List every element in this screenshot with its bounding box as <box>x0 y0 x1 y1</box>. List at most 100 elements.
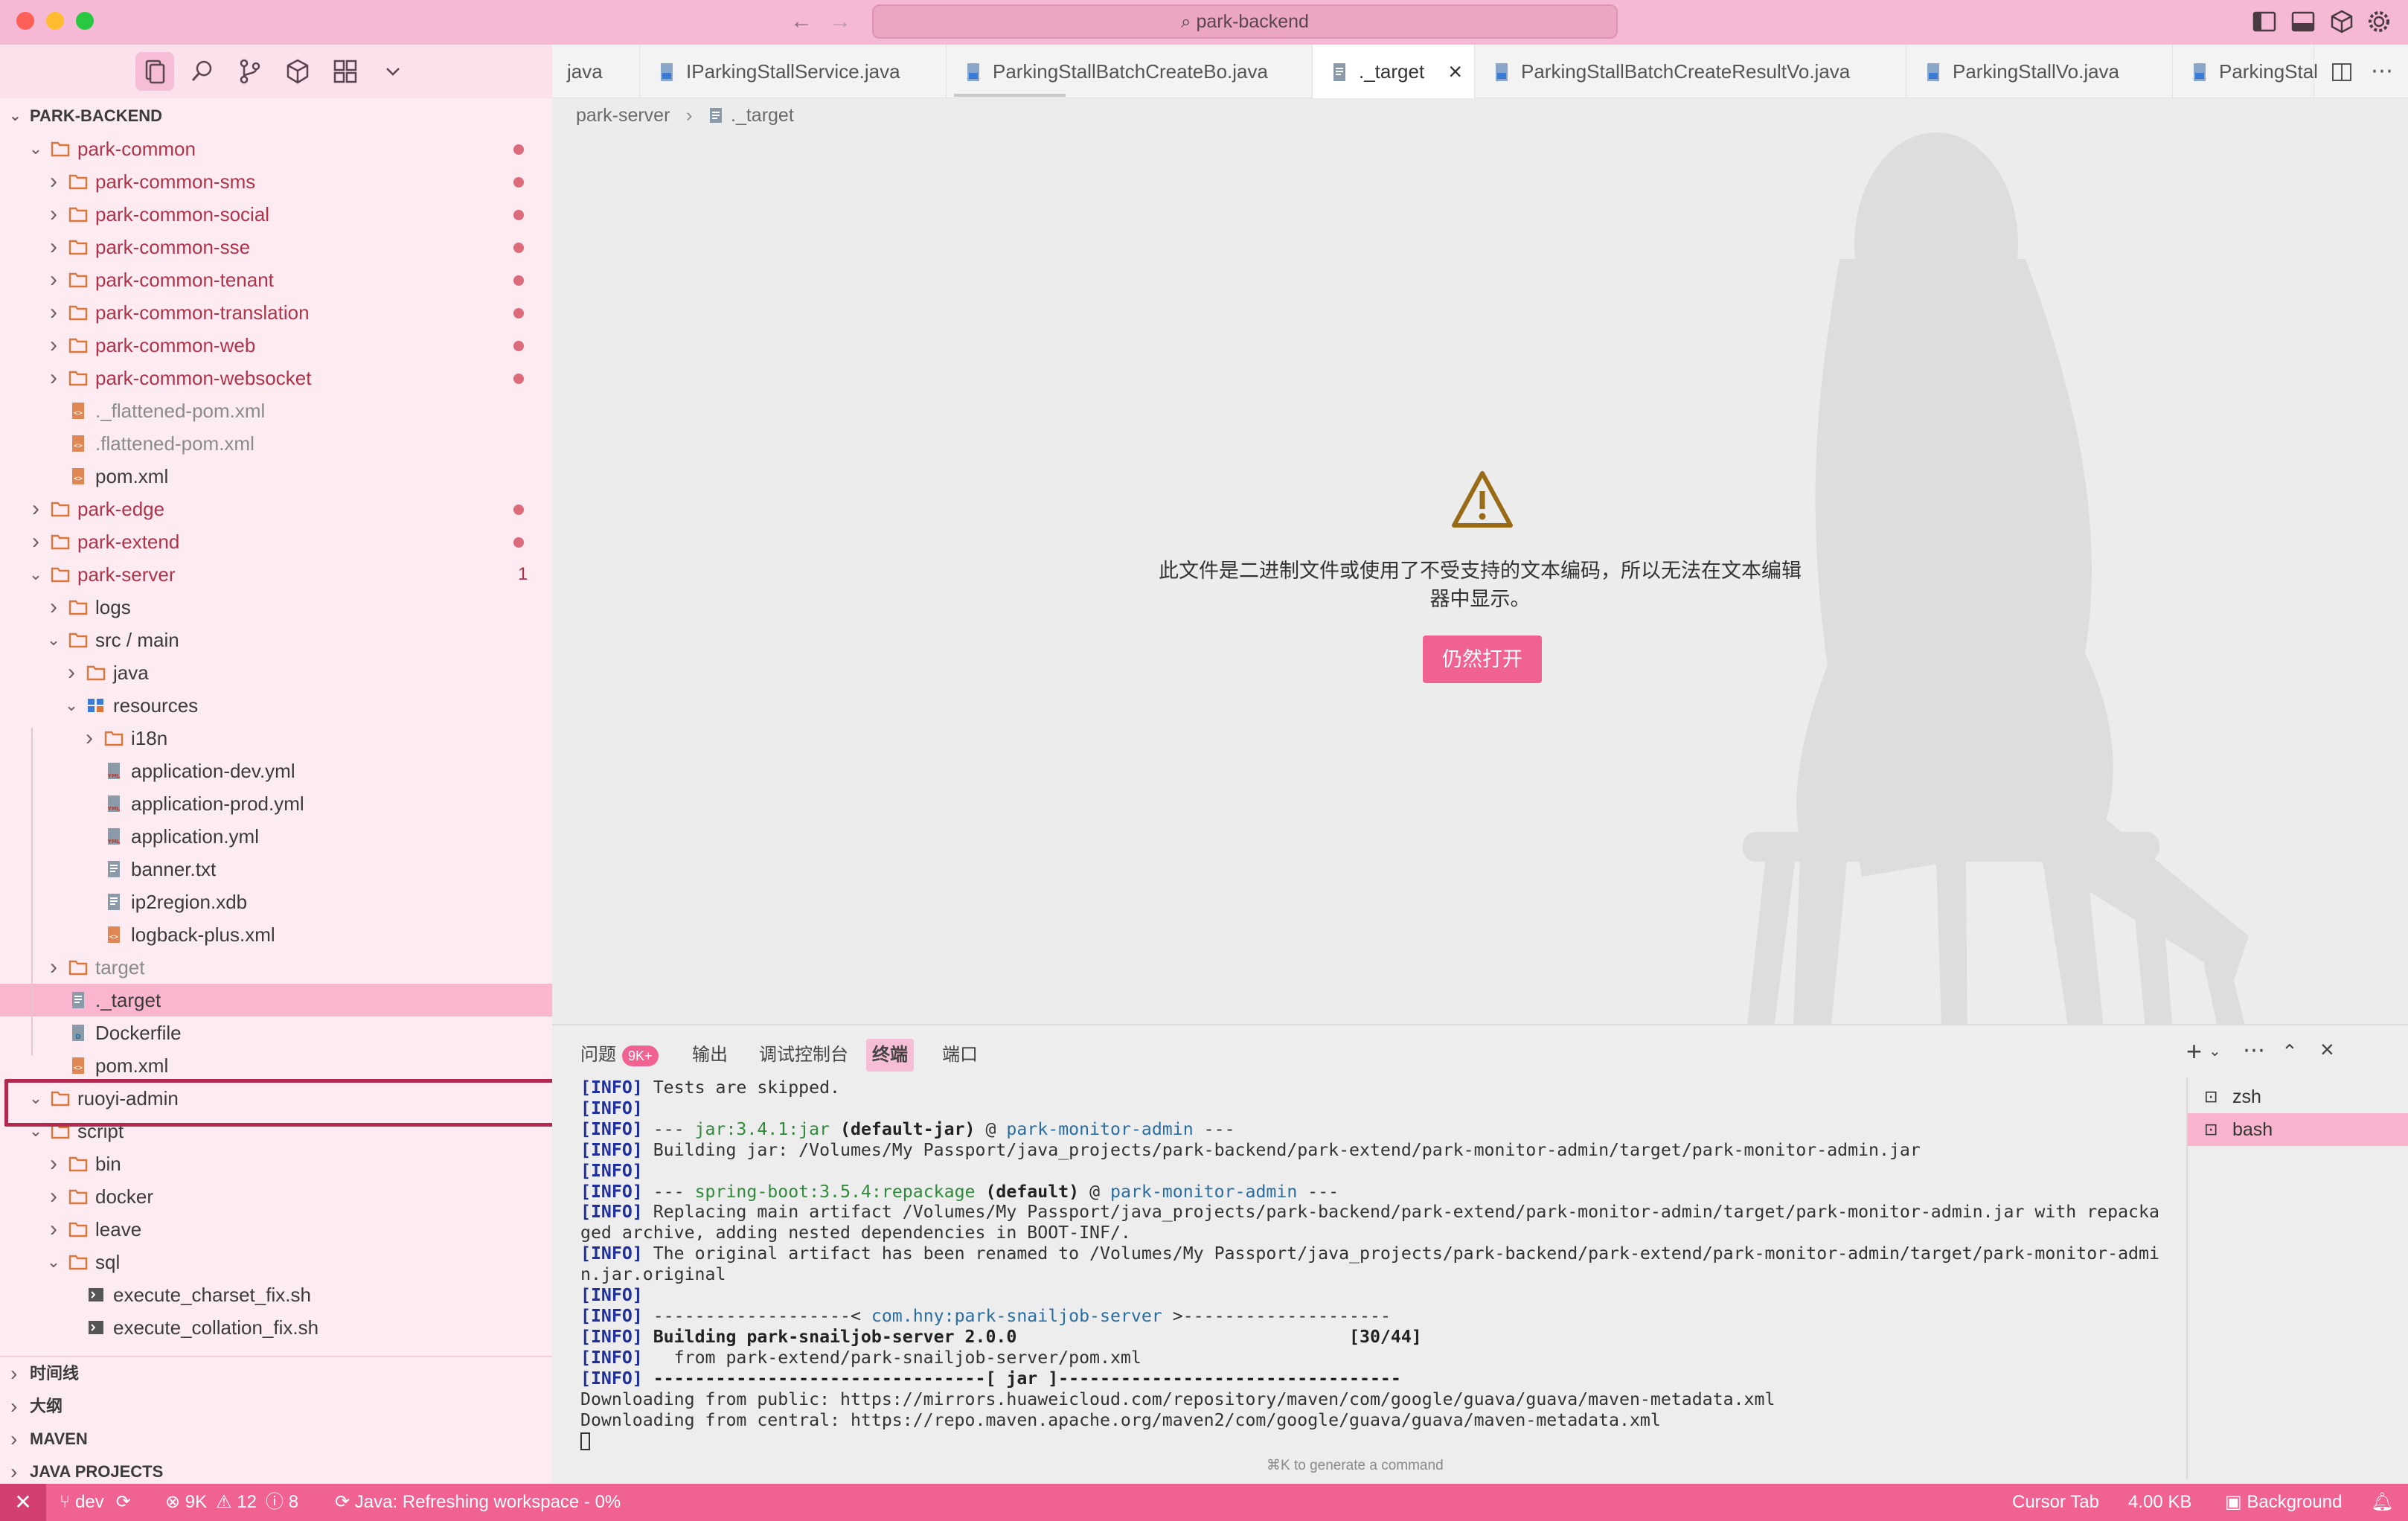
tree-file[interactable]: <> pom.xml <box>0 460 552 493</box>
problems-indicator[interactable]: ⊗ 9K ⚠ 12 ⓘ 8 <box>165 1484 298 1521</box>
tree-folder[interactable]: › i18n <box>0 722 552 755</box>
tree-file[interactable]: banner.txt <box>0 853 552 886</box>
toggle-sidebar-icon[interactable] <box>2252 9 2277 34</box>
tree-folder[interactable]: › park-common-sms <box>0 165 552 198</box>
editor-tab[interactable]: ParkingStal <box>2173 45 2318 98</box>
tab-debug-console[interactable]: 调试控制台 <box>759 1039 848 1072</box>
chevron-down-icon[interactable] <box>378 57 408 86</box>
tree-folder[interactable]: ⌄ resources <box>0 689 552 722</box>
tree-folder[interactable]: › park-common-sse <box>0 231 552 263</box>
toggle-panel-icon[interactable] <box>2290 9 2316 34</box>
breadcrumb-folder[interactable]: park-server <box>576 98 670 132</box>
new-terminal-icon[interactable]: + <box>2186 1036 2202 1067</box>
tree-folder[interactable]: › docker <box>0 1180 552 1213</box>
tree-item-label: sql <box>95 1251 121 1273</box>
terminal-icon: ⊡ <box>2204 1087 2218 1106</box>
maximize-panel-icon[interactable]: ⌃ <box>2281 1040 2298 1063</box>
tree-file[interactable]: execute_charset_fix.sh <box>0 1278 552 1311</box>
chevron-down-icon[interactable]: ⌄ <box>2209 1042 2221 1060</box>
search-icon[interactable] <box>188 57 217 86</box>
tree-file[interactable]: YML application-prod.yml <box>0 787 552 820</box>
java-file-icon <box>1927 63 1939 81</box>
tree-folder[interactable]: ⌄ park-server 1 <box>0 558 552 591</box>
close-tab-icon[interactable]: × <box>1448 45 1462 98</box>
forward-arrow-icon[interactable]: → <box>826 7 854 36</box>
tree-folder[interactable]: › target <box>0 951 552 984</box>
tree-folder[interactable]: ⌄ sql <box>0 1246 552 1278</box>
editor-tab[interactable]: ParkingStallBatchCreateBo.java <box>947 45 1313 98</box>
notifications-bell-icon[interactable]: 🔔︎ <box>2371 1484 2393 1521</box>
tab-terminal[interactable]: 终端 <box>866 1039 914 1072</box>
java-status[interactable]: ⟳ Java: Refreshing workspace - 0% <box>335 1484 621 1521</box>
terminal-item-bash[interactable]: ⊡ bash <box>2188 1113 2408 1146</box>
editor-tab[interactable]: java <box>552 45 640 98</box>
java-file-icon <box>2194 63 2206 81</box>
remote-indicator-icon[interactable]: ✕ <box>0 1484 46 1521</box>
minimize-window-button[interactable] <box>46 12 64 30</box>
tree-item-label: park-extend <box>77 531 180 553</box>
tree-folder[interactable]: › java <box>0 656 552 689</box>
tab-problems[interactable]: 问题 9K+ <box>580 1039 659 1072</box>
tree-folder[interactable]: › park-common-social <box>0 198 552 231</box>
tree-file[interactable]: <> pom.xml <box>0 1049 552 1082</box>
tree-item-label: banner.txt <box>131 858 217 880</box>
tree-file[interactable]: <> .flattened-pom.xml <box>0 427 552 460</box>
explorer-icon[interactable] <box>140 57 170 86</box>
close-panel-icon[interactable]: × <box>2320 1036 2334 1063</box>
tree-folder[interactable]: ⌄ park-common <box>0 132 552 165</box>
tree-folder[interactable]: › logs <box>0 591 552 624</box>
tree-folder[interactable]: › park-common-translation <box>0 296 552 329</box>
sidebar-sections: › 时间线 › 大纲 › MAVEN › JAVA PROJECTS <box>0 1356 552 1484</box>
maximize-window-button[interactable] <box>76 12 94 30</box>
tree-folder[interactable]: › park-extend <box>0 525 552 558</box>
close-window-button[interactable] <box>16 12 34 30</box>
tree-file[interactable]: ._target <box>0 984 552 1016</box>
explorer-root-header[interactable]: ⌄ PARK-BACKEND <box>0 100 552 132</box>
branch-indicator[interactable]: ⑂ dev ⟳ <box>60 1484 131 1521</box>
extensions-icon[interactable] <box>330 57 360 86</box>
sidebar-section-header[interactable]: › 时间线 <box>0 1357 552 1390</box>
tree-file[interactable]: YML application.yml <box>0 820 552 853</box>
source-control-icon[interactable] <box>235 57 265 86</box>
more-actions-icon[interactable]: ⋯ <box>2243 1037 2265 1063</box>
breadcrumb-file[interactable]: ._target <box>731 98 794 132</box>
tree-folder[interactable]: › park-common-websocket <box>0 362 552 394</box>
tree-item-label: docker <box>95 1185 154 1208</box>
editor-tab[interactable]: ParkingStallBatchCreateResultVo.java <box>1475 45 1906 98</box>
back-arrow-icon[interactable]: ← <box>787 7 816 36</box>
tree-folder[interactable]: › park-common-web <box>0 329 552 362</box>
tree-file[interactable]: <> ._flattened-pom.xml <box>0 394 552 427</box>
tree-file[interactable]: <> logback-plus.xml <box>0 918 552 951</box>
split-editor-icon[interactable] <box>2331 61 2353 83</box>
tree-file[interactable]: D Dockerfile <box>0 1016 552 1049</box>
terminal-item-zsh[interactable]: ⊡ zsh <box>2188 1080 2408 1113</box>
open-anyway-button[interactable]: 仍然打开 <box>1423 635 1542 683</box>
tab-output[interactable]: 输出 <box>692 1039 728 1072</box>
cursor-tab-indicator[interactable]: Cursor Tab <box>2012 1484 2099 1521</box>
editor-tab[interactable]: ParkingStallVo.java <box>1906 45 2173 98</box>
settings-gear-icon[interactable] <box>2366 9 2392 34</box>
sidebar-section-header[interactable]: › MAVEN <box>0 1423 552 1456</box>
tab-ports[interactable]: 端口 <box>942 1039 978 1072</box>
tree-folder[interactable]: › park-edge <box>0 493 552 525</box>
sidebar-section-header[interactable]: › 大纲 <box>0 1390 552 1423</box>
tree-file[interactable]: execute_collation_fix.sh <box>0 1311 552 1344</box>
terminal-prompt[interactable] <box>580 1430 2165 1451</box>
tree-file[interactable]: YML application-dev.yml <box>0 755 552 787</box>
run-debug-icon[interactable] <box>283 57 313 86</box>
extensions-cube-icon[interactable] <box>2329 9 2354 34</box>
chevron-right-icon: › <box>50 1184 57 1208</box>
tree-folder[interactable]: › park-common-tenant <box>0 263 552 296</box>
folder-icon <box>68 1255 88 1270</box>
command-center-search[interactable]: ⌕ park-backend <box>872 4 1618 39</box>
editor-tab[interactable]: IParkingStallService.java <box>640 45 947 98</box>
tree-folder[interactable]: › bin <box>0 1147 552 1180</box>
chevron-right-icon: › <box>10 1394 18 1418</box>
tree-folder[interactable]: ⌄ src / main <box>0 624 552 656</box>
tree-file[interactable]: ip2region.xdb <box>0 886 552 918</box>
terminal-output[interactable]: [INFO] Tests are skipped. [INFO] [INFO] --… <box>580 1077 2165 1457</box>
more-actions-icon[interactable]: ⋯ <box>2371 58 2393 84</box>
tree-folder[interactable]: › leave <box>0 1213 552 1246</box>
editor-tab[interactable]: ._target × <box>1313 45 1475 98</box>
background-indicator[interactable]: ▣ Background <box>2225 1484 2342 1521</box>
